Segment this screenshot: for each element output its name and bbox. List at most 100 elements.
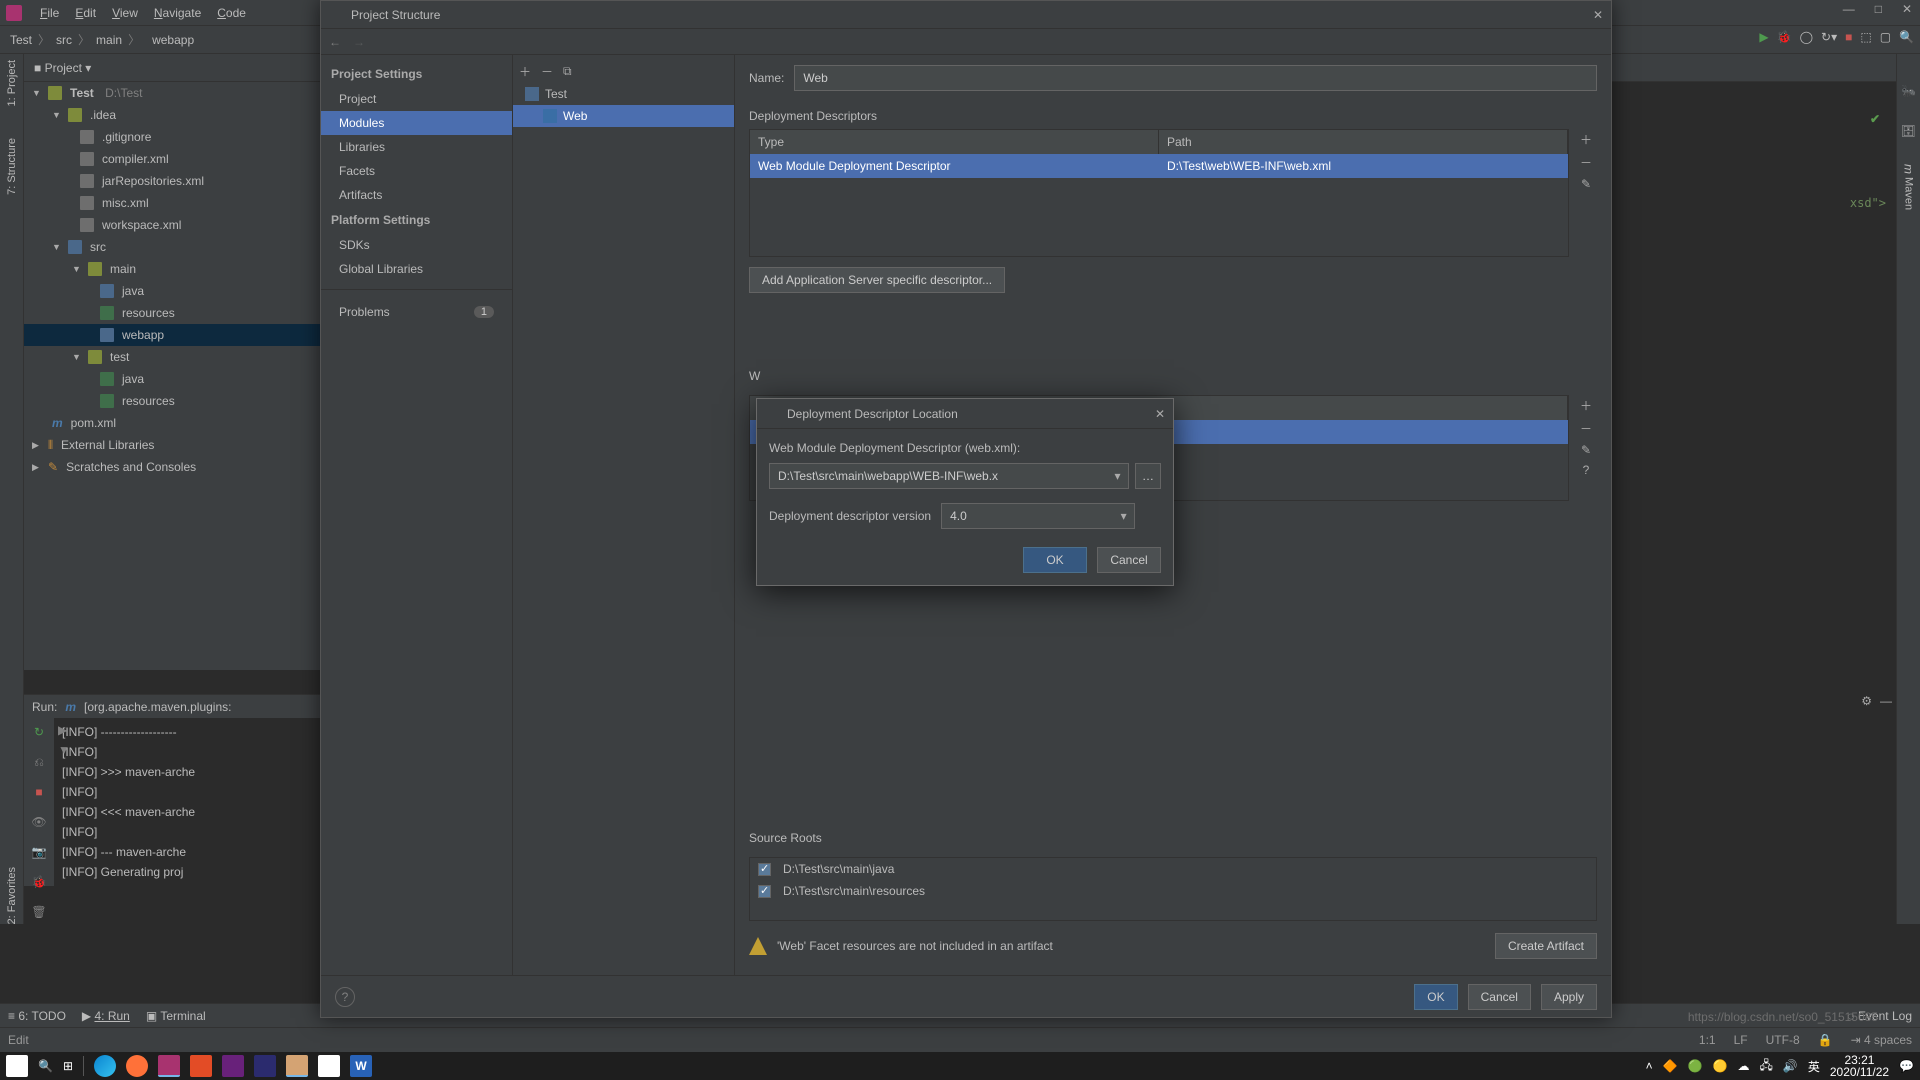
nav-artifacts[interactable]: Artifacts [321, 183, 512, 207]
bc-item[interactable]: main [96, 33, 122, 47]
start-icon[interactable] [6, 1055, 28, 1077]
nav-sdks[interactable]: SDKs [321, 233, 512, 257]
create-artifact-button[interactable]: Create Artifact [1495, 933, 1597, 959]
bottom-todo[interactable]: ≡ 6: TODO [8, 1009, 66, 1023]
module-item[interactable]: Test [513, 83, 734, 105]
close-icon[interactable]: ✕ [1902, 2, 1912, 16]
tree-item[interactable]: workspace.xml [102, 218, 181, 232]
nav-project[interactable]: Project [321, 87, 512, 111]
tray-icon[interactable]: 🟢 [1688, 1059, 1703, 1073]
add-icon[interactable]: ＋ [1580, 397, 1592, 414]
tree-item-selected[interactable]: webapp [122, 328, 164, 342]
subdialog-titlebar[interactable]: Deployment Descriptor Location ✕ [757, 399, 1173, 429]
minimize-icon[interactable]: — [1843, 2, 1855, 16]
source-root-item[interactable]: D:\Test\src\main\resources [783, 884, 925, 898]
tray-volume-icon[interactable]: 🔊 [1783, 1059, 1798, 1073]
nav-problems[interactable]: Problems 1 [321, 298, 512, 326]
tray-icon[interactable]: 🔶 [1663, 1059, 1678, 1073]
menu-code[interactable]: Code [209, 6, 254, 20]
app-icon[interactable] [254, 1055, 276, 1077]
source-roots-list[interactable]: D:\Test\src\main\java D:\Test\src\main\r… [749, 857, 1597, 921]
tray-cloud-icon[interactable]: ☁ [1738, 1059, 1750, 1073]
dropdown-icon[interactable]: ▾ [1113, 503, 1135, 529]
edit-icon[interactable]: ✎ [1581, 443, 1591, 457]
maximize-icon[interactable]: □ [1875, 2, 1882, 16]
edit-icon[interactable]: ✎ [1581, 177, 1591, 191]
db-icon[interactable]: 🗄 [1901, 124, 1916, 138]
tree-item[interactable]: .idea [90, 108, 116, 122]
tree-item[interactable]: resources [122, 306, 175, 320]
version-select[interactable] [941, 503, 1113, 529]
tree-item[interactable]: test [110, 350, 129, 364]
word-icon[interactable]: W [350, 1055, 372, 1077]
stop-icon[interactable]: ■ [1845, 30, 1852, 44]
tree-item[interactable]: misc.xml [102, 196, 149, 210]
ok-button[interactable]: OK [1023, 547, 1087, 573]
minimize-icon[interactable]: — [1880, 694, 1892, 708]
run-icon[interactable]: ▶ [1759, 30, 1768, 44]
tree-item[interactable]: pom.xml [71, 416, 116, 430]
gutter-project[interactable]: 1: Project [6, 60, 18, 106]
add-icon[interactable]: ＋ [1580, 131, 1592, 148]
firefox-icon[interactable] [126, 1055, 148, 1077]
dropdown-icon[interactable]: ▾ [1107, 463, 1129, 489]
gutter-maven[interactable]: m Maven [1902, 164, 1916, 210]
status-enc[interactable]: UTF-8 [1766, 1033, 1800, 1047]
rerun-icon[interactable]: ↻ [34, 722, 44, 742]
descriptor-path-input[interactable] [769, 463, 1107, 489]
ant-icon[interactable]: 🐜 [1901, 84, 1916, 98]
taskview-icon[interactable]: ⊞ [63, 1059, 73, 1073]
gutter-favorites[interactable]: 2: Favorites [6, 867, 18, 924]
cancel-button[interactable]: Cancel [1468, 984, 1531, 1010]
tree-item[interactable]: .gitignore [102, 130, 151, 144]
remove-icon[interactable]: － [1580, 154, 1592, 171]
tree-item[interactable]: java [122, 372, 144, 386]
vs-icon[interactable] [222, 1055, 244, 1077]
bottom-run[interactable]: ▶ 4: Run [82, 1009, 130, 1023]
app-icon[interactable] [286, 1055, 308, 1077]
trash-icon[interactable]: 🗑 [31, 902, 46, 922]
window-icon[interactable]: ▢ [1880, 30, 1891, 44]
edge-icon[interactable] [94, 1055, 116, 1077]
show-icon[interactable]: 👁 [31, 812, 46, 832]
search-icon[interactable]: 🔍 [1899, 30, 1914, 44]
bc-item[interactable]: webapp [152, 33, 194, 47]
bc-item[interactable]: Test [10, 33, 32, 47]
tree-item[interactable]: Scratches and Consoles [66, 460, 196, 474]
tree-item[interactable]: java [122, 284, 144, 298]
remove-icon[interactable]: － [541, 63, 553, 80]
tray-icon[interactable]: 🟡 [1713, 1059, 1728, 1073]
camera-icon[interactable]: 📷 [32, 842, 47, 862]
dialog-titlebar[interactable]: Project Structure ✕ [321, 1, 1611, 29]
help-icon[interactable]: ? [335, 987, 355, 1007]
cancel-button[interactable]: Cancel [1097, 547, 1161, 573]
col-path[interactable]: Path [1159, 130, 1568, 154]
console-output[interactable]: ↻ ⎌ ■ 👁 📷 🐞 🗑 ▶▼ [INFO] ----------------… [24, 718, 320, 886]
update-icon[interactable]: ⬚ [1860, 30, 1871, 44]
add-icon[interactable]: ＋ [519, 63, 531, 80]
profile-icon[interactable]: ↻▾ [1821, 30, 1837, 44]
copy-icon[interactable]: ⧉ [563, 64, 572, 79]
close-icon[interactable]: ✕ [1155, 407, 1165, 421]
tray-clock[interactable]: 23:212020/11/22 [1830, 1054, 1889, 1078]
checkbox[interactable] [758, 863, 771, 876]
apply-button[interactable]: Apply [1541, 984, 1597, 1010]
intellij-icon[interactable] [158, 1055, 180, 1077]
nav-modules[interactable]: Modules [321, 111, 512, 135]
gutter-structure[interactable]: 7: Structure [6, 138, 18, 195]
add-descriptor-button[interactable]: Add Application Server specific descript… [749, 267, 1005, 293]
nav-libraries[interactable]: Libraries [321, 135, 512, 159]
attach-icon[interactable]: ⎌ [34, 752, 44, 772]
tray-chevron-icon[interactable]: ˄ [1646, 1059, 1653, 1073]
tree-item[interactable]: compiler.xml [102, 152, 169, 166]
status-pos[interactable]: 1:1 [1699, 1033, 1716, 1047]
facet-web-item[interactable]: Web [513, 105, 734, 127]
name-input[interactable] [794, 65, 1597, 91]
tree-item[interactable]: jarRepositories.xml [102, 174, 204, 188]
menu-view[interactable]: View [104, 6, 146, 20]
source-root-item[interactable]: D:\Test\src\main\java [783, 862, 894, 876]
tree-item[interactable]: main [110, 262, 136, 276]
menu-edit[interactable]: Edit [67, 6, 104, 20]
col-type[interactable]: Type [750, 130, 1159, 154]
gear-icon[interactable]: ⚙ [1861, 694, 1872, 708]
